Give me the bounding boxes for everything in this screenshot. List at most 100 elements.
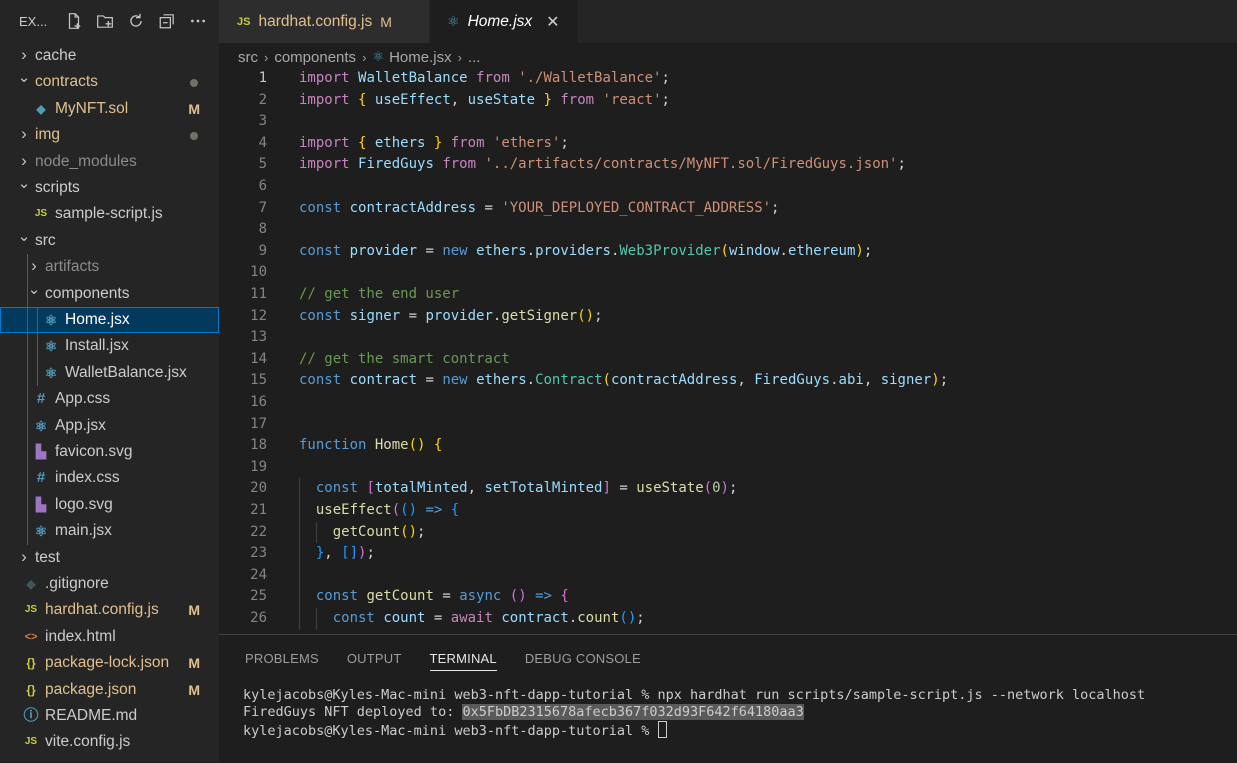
tree-item-src[interactable]: ⌄ src: [0, 228, 219, 254]
tree-item-index-html[interactable]: <> index.html: [0, 624, 219, 650]
tree-item-node-modules[interactable]: › node_modules: [0, 149, 219, 175]
tab-hardhat-config[interactable]: JS hardhat.config.js M: [219, 0, 430, 43]
chevron-right-icon[interactable]: ›: [17, 548, 31, 565]
chevron-down-icon[interactable]: ⌄: [27, 282, 41, 297]
tree-item-logo-svg[interactable]: ▙ logo.svg: [0, 492, 219, 518]
tree-item-label: index.html: [45, 627, 116, 645]
line-number: 12: [250, 307, 267, 324]
chevron-down-icon[interactable]: ⌄: [17, 229, 31, 244]
tree-item-components[interactable]: ⌄ components: [0, 281, 219, 307]
code-line: useEffect(() => {: [315, 502, 460, 518]
code-line: const [totalMinted, setTotalMinted] = us…: [315, 480, 738, 497]
breadcrumb-item[interactable]: Home.jsx: [389, 49, 452, 66]
js-icon: JS: [24, 604, 38, 616]
new-folder-icon[interactable]: [89, 10, 120, 32]
chevron-right-icon[interactable]: ›: [17, 46, 31, 63]
code-line: import { ethers } from 'ethers';: [299, 134, 569, 151]
breadcrumb-item[interactable]: ...: [468, 49, 481, 66]
code-line: import WalletBalance from './WalletBalan…: [299, 70, 670, 86]
modified-badge: M: [188, 681, 200, 698]
tree-item-mynft-sol[interactable]: ◆ MyNFT.sol M: [0, 96, 219, 122]
line-number: 8: [258, 221, 267, 238]
line-number: 23: [250, 545, 267, 562]
tree-item-img[interactable]: › img: [0, 122, 219, 148]
terminal-line: kylejacobs@Kyles-Mac-mini web3-nft-dapp-…: [243, 687, 1146, 703]
js-icon: JS: [24, 736, 38, 748]
chevron-right-icon[interactable]: ›: [27, 257, 41, 274]
tree-item-readme-md[interactable]: ⓘ README.md: [0, 703, 219, 729]
tab-output[interactable]: OUTPUT: [347, 635, 402, 679]
tree-item-walletbalance-jsx[interactable]: ⚛ WalletBalance.jsx: [0, 360, 219, 386]
tree-item-app-jsx[interactable]: ⚛ App.jsx: [0, 413, 219, 439]
tree-item-cache[interactable]: › cache: [0, 43, 219, 69]
terminal-cursor: [657, 721, 667, 738]
tree-item-app-css[interactable]: # App.css: [0, 386, 219, 412]
breadcrumb: src › components › ⚛ Home.jsx › ...: [219, 43, 1237, 71]
tree-item-artifacts[interactable]: › artifacts: [0, 254, 219, 280]
info-icon: ⓘ: [23, 707, 39, 724]
line-number: 15: [250, 372, 267, 389]
tab-home-jsx[interactable]: ⚛ Home.jsx ✕: [430, 0, 578, 43]
indent-guide: [316, 608, 317, 630]
tree-item-index-css[interactable]: # index.css: [0, 465, 219, 491]
tree-item-sample-script-js[interactable]: JS sample-script.js: [0, 201, 219, 227]
json-icon: {}: [26, 656, 36, 671]
explorer-sidebar: EX... › cache ⌄ contracts ◆ MyNFT.sol M › img › no…: [0, 0, 219, 762]
js-icon: JS: [34, 208, 48, 220]
tree-item-install-jsx[interactable]: ⚛ Install.jsx: [0, 333, 219, 359]
tree-item-contracts[interactable]: ⌄ contracts: [0, 69, 219, 95]
line-number: 4: [258, 134, 267, 151]
tree-item-home-jsx[interactable]: ⚛ Home.jsx: [0, 307, 219, 334]
terminal-output[interactable]: kylejacobs@Kyles-Mac-mini web3-nft-dapp-…: [243, 687, 1145, 740]
indent-guide: [299, 478, 300, 630]
editor-tabs: JS hardhat.config.js M ⚛ Home.jsx ✕: [219, 0, 1237, 43]
code-line: const provider = new ethers.providers.We…: [299, 242, 873, 259]
react-icon: ⚛: [44, 312, 58, 328]
code-editor[interactable]: 1 import WalletBalance from './WalletBala…: [219, 68, 1237, 633]
terminal-line: kylejacobs@Kyles-Mac-mini web3-nft-dapp-…: [243, 721, 1145, 740]
more-icon[interactable]: [182, 10, 213, 32]
tree-item-label: README.md: [45, 707, 138, 724]
react-icon: ⚛: [44, 364, 58, 381]
tree-item-label: Home.jsx: [65, 311, 130, 328]
line-number: 14: [250, 350, 267, 367]
tree-item-hardhat-config-js[interactable]: JS hardhat.config.js M: [0, 597, 219, 623]
modified-badge: M: [188, 655, 200, 672]
tab-problems[interactable]: PROBLEMS: [245, 635, 319, 679]
tree-item-label: MyNFT.sol: [55, 99, 129, 117]
line-number: 18: [250, 437, 267, 454]
breadcrumb-item[interactable]: components: [274, 49, 356, 66]
tab-debug-console[interactable]: DEBUG CONSOLE: [525, 635, 641, 679]
explorer-title: EX...: [19, 13, 48, 29]
tab-terminal[interactable]: TERMINAL: [429, 635, 498, 679]
tree-item-scripts[interactable]: ⌄ scripts: [0, 175, 219, 201]
breadcrumb-item[interactable]: src: [238, 49, 258, 66]
tree-item-label: components: [45, 284, 130, 302]
css-icon: #: [36, 469, 46, 487]
line-number: 20: [250, 480, 267, 497]
modified-dot: [190, 79, 198, 88]
tree-item-label: src: [35, 231, 56, 249]
line-number: 13: [250, 329, 267, 346]
tree-item-vite-config-js[interactable]: JS vite.config.js: [0, 729, 219, 755]
tree-item-favicon-svg[interactable]: ▙ favicon.svg: [0, 439, 219, 465]
tree-item-test[interactable]: › test: [0, 545, 219, 571]
panel-tabs: PROBLEMS OUTPUT TERMINAL DEBUG CONSOLE: [245, 635, 669, 679]
chevron-right-icon[interactable]: ›: [17, 152, 31, 169]
tree-item-main-jsx[interactable]: ⚛ main.jsx: [0, 518, 219, 544]
chevron-right-icon[interactable]: ›: [17, 125, 31, 142]
chevron-down-icon[interactable]: ⌄: [17, 176, 31, 191]
close-icon[interactable]: ✕: [546, 12, 559, 32]
tree-item-package-lock-json[interactable]: {} package-lock.json M: [0, 650, 219, 676]
tree-item-package-json[interactable]: {} package.json M: [0, 677, 219, 703]
refresh-icon[interactable]: [120, 10, 151, 32]
new-file-icon[interactable]: [58, 10, 89, 32]
line-number: 25: [250, 588, 267, 605]
tree-item-label: sample-script.js: [55, 205, 163, 223]
code-line: const contract = new ethers.Contract(con…: [299, 372, 949, 389]
tree-item--gitignore[interactable]: ◆ .gitignore: [0, 571, 219, 597]
line-number: 2: [258, 91, 267, 108]
line-number: 19: [250, 458, 267, 475]
collapse-all-icon[interactable]: [151, 10, 182, 32]
chevron-down-icon[interactable]: ⌄: [17, 70, 31, 85]
